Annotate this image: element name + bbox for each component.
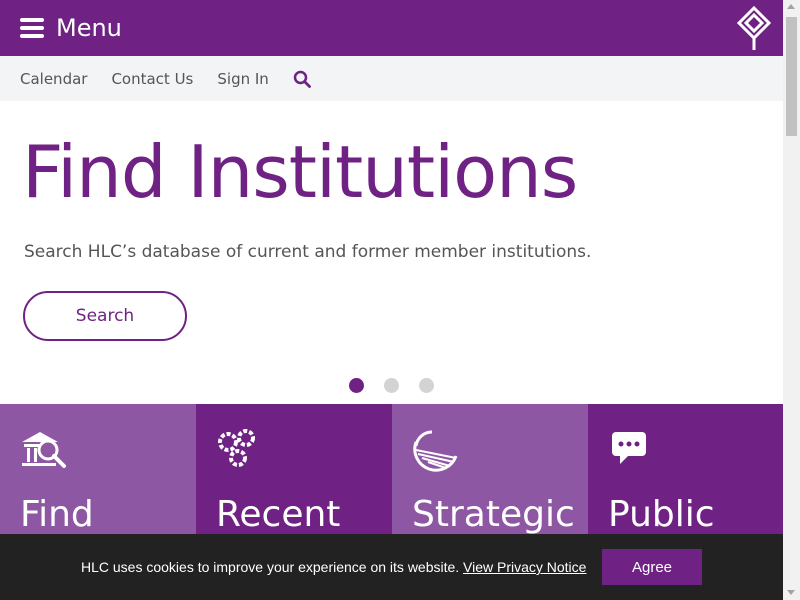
fan-shell-icon <box>413 430 458 472</box>
institution-search-icon <box>22 432 66 468</box>
cookie-banner: HLC uses cookies to improve your experie… <box>0 534 783 600</box>
scroll-thumb[interactable] <box>786 17 797 136</box>
nav-contact-us-link[interactable]: Contact Us <box>111 70 193 88</box>
utility-nav: Calendar Contact Us Sign In <box>0 56 783 101</box>
carousel-dots <box>349 378 454 393</box>
carousel-dot-1[interactable] <box>349 378 364 393</box>
tile-strategic-title: Strategic <box>412 494 575 535</box>
tile-recent-title: Recent <box>216 494 341 535</box>
privacy-notice-link[interactable]: View Privacy Notice <box>463 559 586 575</box>
scroll-down-icon[interactable] <box>787 590 795 595</box>
nav-sign-in-link[interactable]: Sign In <box>217 70 268 88</box>
hero-description: Search HLC’s database of current and for… <box>24 242 592 262</box>
search-icon[interactable] <box>293 70 311 88</box>
carousel-dot-2[interactable] <box>384 378 399 393</box>
hlc-logo-icon[interactable] <box>736 6 772 52</box>
gears-icon <box>218 429 255 467</box>
page-scrollbar[interactable] <box>783 0 800 600</box>
cookie-text: HLC uses cookies to improve your experie… <box>81 559 460 575</box>
hero-title: Find Institutions <box>22 130 578 214</box>
top-header: Menu <box>0 0 783 56</box>
agree-button[interactable]: Agree <box>602 549 702 585</box>
scroll-up-icon[interactable] <box>787 4 795 9</box>
nav-calendar-link[interactable]: Calendar <box>20 70 87 88</box>
hamburger-icon <box>20 18 44 38</box>
menu-button[interactable]: Menu <box>20 12 122 44</box>
hero-search-button[interactable]: Search <box>23 291 187 341</box>
tile-public-title: Public <box>608 494 715 535</box>
chat-bubble-icon <box>612 432 646 464</box>
carousel-dot-3[interactable] <box>419 378 434 393</box>
menu-label: Menu <box>56 14 122 42</box>
tile-find-title: Find <box>20 494 94 535</box>
